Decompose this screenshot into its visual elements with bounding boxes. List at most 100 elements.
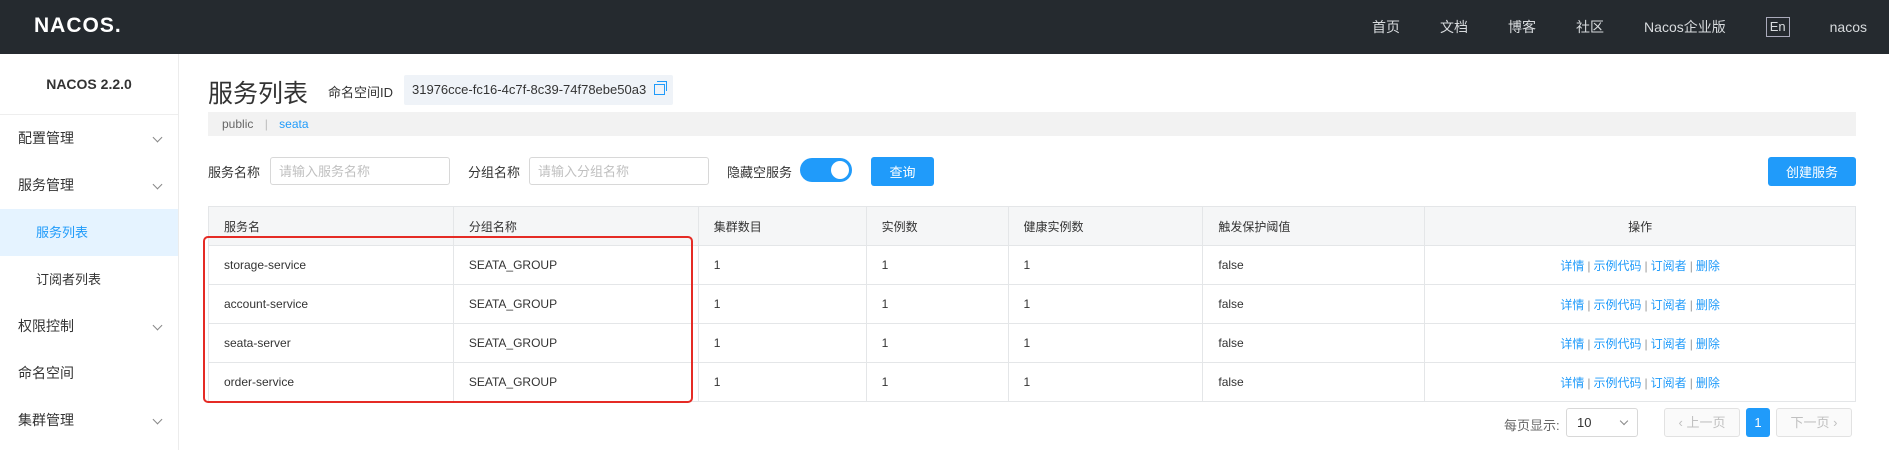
detail-link[interactable]: 详情: [1560, 337, 1584, 351]
chevron-down-icon: [152, 397, 164, 444]
namespace-separator: |: [264, 117, 268, 131]
cell-healthy-count: 1: [1007, 362, 1204, 402]
detail-link[interactable]: 详情: [1560, 376, 1584, 390]
cell-service-name: order-service: [208, 362, 454, 402]
group-name-label: 分组名称: [468, 165, 521, 180]
cell-protect-threshold: false: [1202, 323, 1426, 363]
col-actions: 操作: [1424, 206, 1856, 246]
subscriber-link[interactable]: 订阅者: [1651, 376, 1687, 390]
cell-protect-threshold: false: [1202, 362, 1426, 402]
service-table: 服务名 分组名称 集群数目 实例数 健康实例数 触发保护阈值 操作 storag…: [208, 206, 1856, 402]
namespace-id-value: 31976cce-fc16-4c7f-8c39-74f78ebe50a3: [404, 75, 673, 105]
chevron-down-icon: [152, 115, 164, 162]
detail-link[interactable]: 详情: [1560, 298, 1584, 312]
per-page-select[interactable]: 10: [1566, 408, 1638, 437]
subscriber-link[interactable]: 订阅者: [1651, 298, 1687, 312]
nacos-logo[interactable]: NACOS.: [34, 13, 122, 39]
pagination: 每页显示: 10 ‹ 上一页 1 下一页 ›: [208, 408, 1856, 438]
col-group-name: 分组名称: [452, 206, 699, 246]
language-toggle-button[interactable]: En: [1765, 17, 1790, 37]
cell-service-name: storage-service: [208, 245, 454, 285]
nav-docs[interactable]: 文档: [1440, 17, 1468, 37]
delete-link[interactable]: 删除: [1696, 337, 1720, 351]
nav-community[interactable]: 社区: [1576, 17, 1604, 37]
col-service-name: 服务名: [208, 206, 454, 246]
service-name-label: 服务名称: [208, 165, 261, 180]
chevron-down-icon: [152, 303, 164, 350]
create-service-button[interactable]: 创建服务: [1768, 157, 1856, 186]
sidebar-item-service-list[interactable]: 服务列表: [0, 209, 178, 256]
subscriber-link[interactable]: 订阅者: [1651, 337, 1687, 351]
cell-cluster-count: 1: [697, 245, 867, 285]
page-1-button[interactable]: 1: [1746, 408, 1770, 437]
group-name-input[interactable]: [529, 157, 709, 185]
table-row: order-service SEATA_GROUP 1 1 1 false 详情…: [208, 362, 1856, 402]
sample-code-link[interactable]: 示例代码: [1594, 337, 1642, 351]
prev-page-button[interactable]: ‹ 上一页: [1664, 408, 1740, 437]
prev-page-label: 上一页: [1686, 415, 1726, 430]
cell-actions: 详情 | 示例代码 | 订阅者 | 删除: [1424, 245, 1856, 285]
col-healthy-count: 健康实例数: [1007, 206, 1204, 246]
sidebar-item-cluster-management[interactable]: 集群管理: [0, 397, 178, 444]
cell-healthy-count: 1: [1007, 284, 1204, 324]
copy-icon[interactable]: [653, 81, 667, 95]
user-menu[interactable]: nacos: [1830, 19, 1867, 35]
delete-link[interactable]: 删除: [1696, 298, 1720, 312]
subscriber-link[interactable]: 订阅者: [1651, 259, 1687, 273]
sample-code-link[interactable]: 示例代码: [1594, 259, 1642, 273]
cell-cluster-count: 1: [697, 323, 867, 363]
top-nav-links: 首页 文档 博客 社区 Nacos企业版 En nacos: [1332, 0, 1867, 54]
sidebar-item-service-management[interactable]: 服务管理: [0, 162, 178, 209]
sidebar-item-namespace[interactable]: 命名空间: [0, 350, 178, 397]
namespace-seata-link[interactable]: seata: [279, 117, 308, 131]
nav-home[interactable]: 首页: [1372, 17, 1400, 37]
service-name-input[interactable]: [270, 157, 450, 185]
sidebar-item-label: 配置管理: [18, 130, 74, 146]
sidebar-item-label: 服务管理: [18, 177, 74, 193]
version-label: NACOS 2.2.0: [0, 54, 178, 115]
cell-group-name: SEATA_GROUP: [452, 284, 699, 324]
sidebar-item-access-control[interactable]: 权限控制: [0, 303, 178, 350]
cell-instance-count: 1: [865, 245, 1009, 285]
cell-actions: 详情 | 示例代码 | 订阅者 | 删除: [1424, 362, 1856, 402]
cell-group-name: SEATA_GROUP: [452, 323, 699, 363]
query-button[interactable]: 查询: [871, 157, 934, 186]
chevron-down-icon: [152, 162, 164, 209]
next-page-button[interactable]: 下一页 ›: [1776, 408, 1852, 437]
cell-actions: 详情 | 示例代码 | 订阅者 | 删除: [1424, 284, 1856, 324]
sidebar-item-label: 权限控制: [18, 318, 74, 334]
cell-group-name: SEATA_GROUP: [452, 245, 699, 285]
nav-blog[interactable]: 博客: [1508, 17, 1536, 37]
cell-protect-threshold: false: [1202, 284, 1426, 324]
cell-instance-count: 1: [865, 284, 1009, 324]
cell-service-name: seata-server: [208, 323, 454, 363]
sample-code-link[interactable]: 示例代码: [1594, 376, 1642, 390]
nav-enterprise[interactable]: Nacos企业版: [1644, 17, 1726, 37]
delete-link[interactable]: 删除: [1696, 259, 1720, 273]
sidebar-item-subscriber-list[interactable]: 订阅者列表: [0, 256, 178, 303]
table-row: account-service SEATA_GROUP 1 1 1 false …: [208, 284, 1856, 324]
table-row: seata-server SEATA_GROUP 1 1 1 false 详情 |…: [208, 323, 1856, 363]
detail-link[interactable]: 详情: [1560, 259, 1584, 273]
cell-healthy-count: 1: [1007, 245, 1204, 285]
cell-actions: 详情 | 示例代码 | 订阅者 | 删除: [1424, 323, 1856, 363]
cell-service-name: account-service: [208, 284, 454, 324]
namespace-public-link[interactable]: public: [222, 117, 253, 131]
namespace-switcher: public | seata: [208, 112, 1856, 136]
per-page-label: 每页显示:: [1504, 418, 1560, 433]
sidebar: NACOS 2.2.0 配置管理 服务管理 服务列表 订阅者列表 权限控制 命名…: [0, 54, 179, 450]
sidebar-item-config-management[interactable]: 配置管理: [0, 115, 178, 162]
cell-cluster-count: 1: [697, 362, 867, 402]
sidebar-item-label: 命名空间: [18, 365, 74, 381]
cell-protect-threshold: false: [1202, 245, 1426, 285]
next-page-label: 下一页: [1790, 415, 1830, 430]
hide-empty-label: 隐藏空服务: [727, 165, 793, 180]
per-page-value: 10: [1577, 415, 1592, 430]
sample-code-link[interactable]: 示例代码: [1594, 298, 1642, 312]
cell-cluster-count: 1: [697, 284, 867, 324]
chevron-down-icon: [1619, 416, 1629, 426]
hide-empty-toggle[interactable]: [800, 158, 852, 182]
col-protect-threshold: 触发保护阈值: [1202, 206, 1426, 246]
delete-link[interactable]: 删除: [1696, 376, 1720, 390]
namespace-id-text: 31976cce-fc16-4c7f-8c39-74f78ebe50a3: [412, 82, 647, 97]
